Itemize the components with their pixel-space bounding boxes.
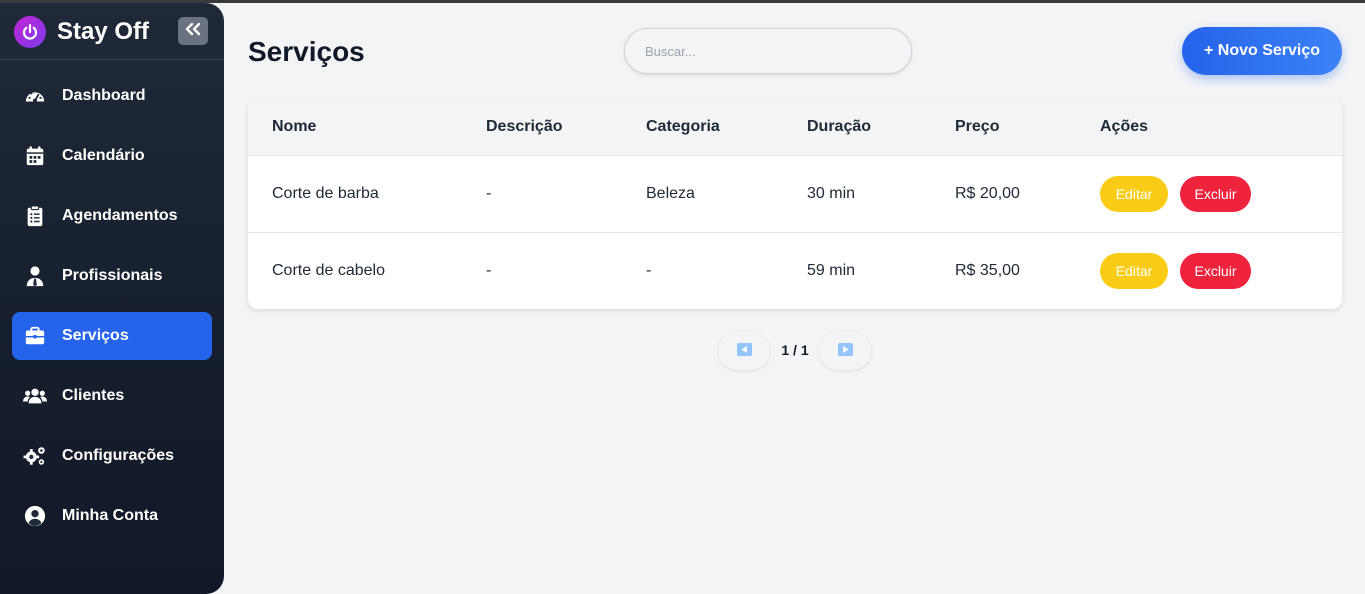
column-header-nome: Nome — [272, 118, 317, 135]
sidebar-item-profissionais[interactable]: Profissionais — [12, 252, 212, 300]
cell-duracao: 59 min — [807, 262, 856, 279]
sidebar-item-calendario[interactable]: Calendário — [12, 132, 212, 180]
brand-name: Stay Off — [57, 18, 150, 45]
cell-duracao: 30 min — [807, 185, 856, 202]
power-icon — [14, 16, 46, 48]
sidebar-item-label: Profissionais — [62, 267, 163, 284]
sidebar-item-clientes[interactable]: Clientes — [12, 372, 212, 420]
triangle-left-icon — [736, 343, 752, 359]
sidebar-item-label: Dashboard — [62, 87, 146, 104]
column-header-duracao: Duração — [807, 118, 872, 135]
cell-preco: R$ 35,00 — [955, 262, 1020, 279]
cell-nome: Corte de barba — [272, 185, 379, 202]
sidebar-item-servicos[interactable]: Serviços — [12, 312, 212, 360]
briefcase-icon — [23, 324, 47, 348]
cell-descricao: - — [486, 262, 492, 279]
sidebar-item-label: Serviços — [62, 327, 129, 344]
collapse-sidebar-button[interactable] — [178, 17, 208, 45]
column-header-descricao: Descrição — [486, 118, 563, 135]
calendar-icon — [23, 144, 47, 168]
new-service-button[interactable]: + Novo Serviço — [1182, 27, 1342, 75]
users-icon — [23, 384, 47, 408]
pagination-indicator: 1 / 1 — [781, 342, 809, 358]
triangle-right-icon — [837, 343, 853, 359]
cell-preco: R$ 20,00 — [955, 185, 1020, 202]
next-page-button[interactable] — [819, 332, 871, 370]
brand[interactable]: Stay Off — [14, 14, 149, 50]
edit-button[interactable]: Editar — [1100, 176, 1168, 212]
user-circle-icon — [23, 504, 47, 528]
column-header-acoes: Ações — [1100, 118, 1149, 135]
sidebar-item-label: Agendamentos — [62, 207, 178, 224]
double-chevron-left-icon — [185, 22, 201, 41]
sidebar-item-configuracoes[interactable]: Configurações — [12, 432, 212, 480]
sidebar-item-label: Calendário — [62, 147, 145, 164]
page-title: Serviços — [248, 36, 365, 67]
sidebar: Stay Off Dashboard Calendário Agendament… — [0, 3, 224, 594]
table-row: Corte de cabelo - - 59 min R$ 35,00 Edit… — [248, 233, 1342, 309]
table-row: Corte de barba - Beleza 30 min R$ 20,00 … — [248, 156, 1342, 233]
search-input[interactable] — [624, 28, 912, 74]
cell-categoria: - — [646, 262, 652, 279]
services-table: Nome Descrição Categoria Duração Preço A… — [248, 98, 1342, 309]
sidebar-item-label: Clientes — [62, 387, 125, 404]
table-header: Nome Descrição Categoria Duração Preço A… — [248, 98, 1342, 156]
clipboard-icon — [23, 204, 47, 228]
sidebar-item-dashboard[interactable]: Dashboard — [12, 72, 212, 120]
sidebar-item-agendamentos[interactable]: Agendamentos — [12, 192, 212, 240]
column-header-preco: Preço — [955, 118, 1000, 135]
edit-button[interactable]: Editar — [1100, 253, 1168, 289]
cell-nome: Corte de cabelo — [272, 262, 385, 279]
gauge-icon — [23, 84, 47, 108]
sidebar-item-label: Configurações — [62, 447, 175, 464]
sidebar-item-minha-conta[interactable]: Minha Conta — [12, 492, 212, 540]
window-top-border — [0, 0, 1365, 3]
delete-button[interactable]: Excluir — [1180, 176, 1251, 212]
user-tie-icon — [23, 264, 47, 288]
sidebar-divider — [0, 59, 224, 60]
gears-icon — [23, 444, 47, 468]
column-header-categoria: Categoria — [646, 118, 720, 135]
cell-descricao: - — [486, 185, 492, 202]
sidebar-item-label: Minha Conta — [62, 507, 158, 524]
delete-button[interactable]: Excluir — [1180, 253, 1251, 289]
cell-categoria: Beleza — [646, 185, 695, 202]
prev-page-button[interactable] — [718, 332, 770, 370]
